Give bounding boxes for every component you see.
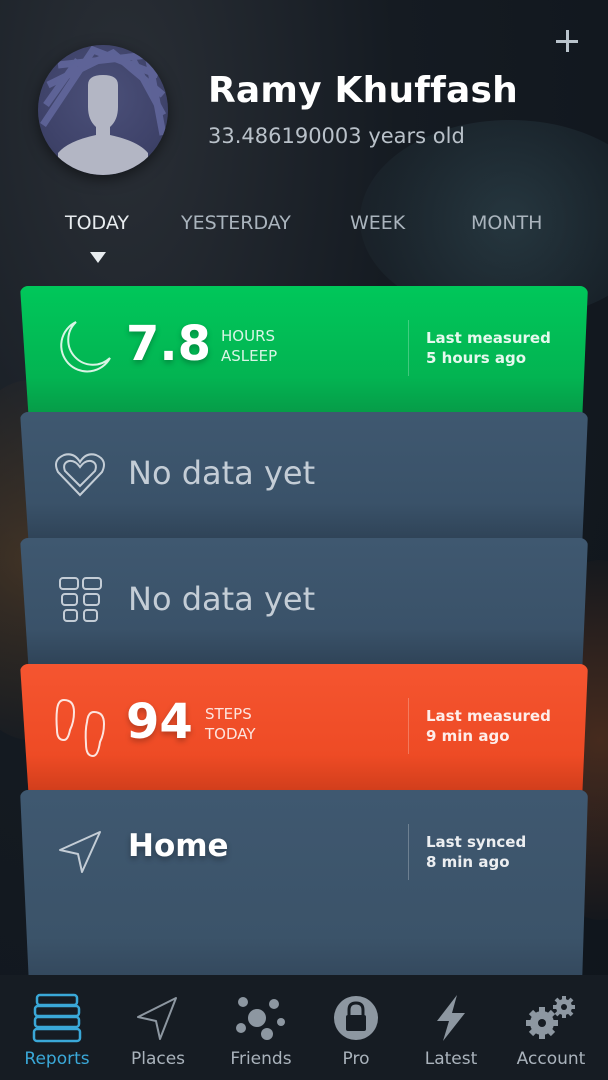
divider <box>408 320 409 376</box>
gears-icon <box>526 996 575 1039</box>
heart-icon <box>55 453 105 497</box>
unit-line: STEPS <box>205 705 252 723</box>
lightning-icon <box>437 995 465 1041</box>
moon-icon <box>60 321 111 373</box>
heart-card[interactable]: No data yet <box>20 412 588 542</box>
meta-line: Last measured <box>426 707 551 725</box>
sleep-unit: HOURS ASLEEP <box>221 326 277 366</box>
avatar[interactable] <box>38 45 168 175</box>
location-arrow-icon <box>59 831 101 873</box>
plus-icon[interactable] <box>554 28 580 54</box>
person-silhouette-icon <box>40 45 167 175</box>
heart-no-data: No data yet <box>128 454 316 492</box>
location-arrow-icon <box>137 997 177 1040</box>
place-name: Home <box>128 828 229 864</box>
active-tab-indicator <box>90 252 106 263</box>
unit-line: HOURS <box>221 327 276 345</box>
tabbar-label: Account <box>516 1049 586 1069</box>
tabbar-label: Latest <box>424 1049 478 1069</box>
meta-line: 5 hours ago <box>426 349 527 367</box>
steps-unit: STEPS TODAY <box>205 704 256 744</box>
tabbar-account[interactable]: Account <box>501 975 601 1080</box>
tab-today[interactable]: TODAY <box>65 212 129 234</box>
steps-value: 94 <box>126 694 193 750</box>
tabbar-label: Friends <box>230 1049 292 1069</box>
divider <box>408 698 409 754</box>
tab-week[interactable]: WEEK <box>350 212 405 234</box>
tabbar-latest[interactable]: Latest <box>401 975 501 1080</box>
tab-yesterday[interactable]: YESTERDAY <box>181 212 291 234</box>
unit-line: TODAY <box>205 725 256 743</box>
user-age: 33.486190003 years old <box>208 124 465 148</box>
sleep-value: 7.8 <box>126 316 212 372</box>
place-card[interactable]: Home Last synced 8 min ago <box>20 790 588 975</box>
sleep-card[interactable]: 7.8 HOURS ASLEEP Last measured 5 hours a… <box>20 286 588 416</box>
divider <box>408 824 409 880</box>
tabbar-pro[interactable]: Pro <box>306 975 406 1080</box>
sleep-last-measured: Last measured 5 hours ago <box>426 328 551 368</box>
footprints-icon <box>55 698 106 758</box>
lock-icon <box>334 996 378 1040</box>
steps-last-measured: Last measured 9 min ago <box>426 706 551 746</box>
meta-line: 8 min ago <box>426 853 510 871</box>
tabbar-label: Pro <box>342 1049 370 1069</box>
meta-line: Last measured <box>426 329 551 347</box>
place-last-synced: Last synced 8 min ago <box>426 832 526 872</box>
tabbar-places[interactable]: Places <box>108 975 208 1080</box>
meta-line: 9 min ago <box>426 727 510 745</box>
body-card[interactable]: No data yet <box>20 538 588 668</box>
grid-icon <box>59 577 102 622</box>
bottom-tab-bar: Reports Places Friends Pro Latest Accoun… <box>0 975 608 1080</box>
steps-card[interactable]: 94 STEPS TODAY Last measured 9 min ago <box>20 664 588 794</box>
unit-line: ASLEEP <box>221 347 278 365</box>
stack-icon <box>32 993 82 1043</box>
period-tabs: TODAY YESTERDAY WEEK MONTH <box>0 212 608 252</box>
user-name: Ramy Khuffash <box>208 70 518 111</box>
tabbar-label: Places <box>130 1049 186 1069</box>
tabbar-reports[interactable]: Reports <box>7 975 107 1080</box>
tab-month[interactable]: MONTH <box>471 212 542 234</box>
tabbar-label: Reports <box>24 1049 90 1069</box>
body-no-data: No data yet <box>128 580 316 618</box>
meta-line: Last synced <box>426 833 527 851</box>
tabbar-friends[interactable]: Friends <box>211 975 311 1080</box>
friends-dots-icon <box>236 997 285 1040</box>
